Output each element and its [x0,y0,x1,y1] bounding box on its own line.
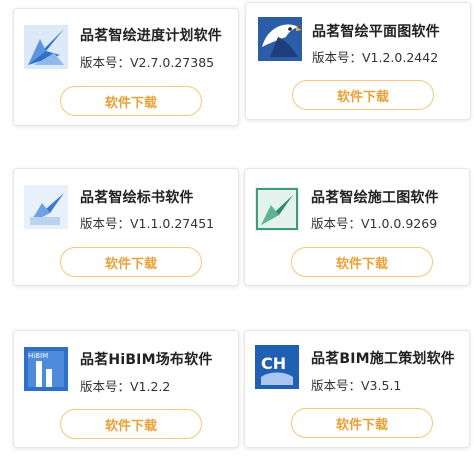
software-version: 版本号：V2.7.0.27385 [80,55,215,70]
svg-text:CH: CH [261,354,286,373]
software-card-hibim-site: HiBIM 品茗HiBIM场布软件 版本号：V1.2.2 软件下载 [13,330,239,448]
progress-plan-bird-icon [24,25,68,69]
software-name: 品茗智绘进度计划软件 [80,28,222,44]
software-name: 品茗智绘平面图软件 [312,24,440,40]
software-version: 版本号：V1.1.0.27451 [80,216,215,231]
software-card-floor-plan: 品茗智绘平面图软件 版本号：V1.2.0.2442 软件下载 [245,2,471,120]
construction-drawing-bird-icon [255,187,299,231]
bim-construction-planning-icon: CH [255,345,299,389]
download-button[interactable]: 软件下载 [292,80,434,110]
svg-text:HiBIM: HiBIM [28,352,48,360]
software-card-tender-doc: 品茗智绘标书软件 版本号：V1.1.0.27451 软件下载 [13,168,239,286]
software-version: 版本号：V3.5.1 [311,378,402,393]
software-card-bim-planning: CH 品茗BIM施工策划软件 版本号：V3.5.1 软件下载 [244,330,470,448]
software-name: 品茗智绘标书软件 [80,190,194,206]
software-card-progress-plan: 品茗智绘进度计划软件 版本号：V2.7.0.27385 软件下载 [13,8,239,126]
hibim-site-layout-icon: HiBIM [24,347,68,391]
download-button[interactable]: 软件下载 [60,86,202,116]
download-button[interactable]: 软件下载 [60,409,202,439]
software-card-construction-drawing: 品茗智绘施工图软件 版本号：V1.0.0.9269 软件下载 [244,168,470,286]
software-name: 品茗HiBIM场布软件 [80,352,213,368]
software-name: 品茗智绘施工图软件 [311,190,439,206]
software-version: 版本号：V1.0.0.9269 [311,216,438,231]
download-button[interactable]: 软件下载 [60,247,202,277]
software-version: 版本号：V1.2.0.2442 [312,50,439,65]
floor-plan-eagle-icon [258,17,302,61]
download-button[interactable]: 软件下载 [291,247,433,277]
download-button[interactable]: 软件下载 [291,408,433,438]
software-name: 品茗BIM施工策划软件 [311,351,456,367]
software-version: 版本号：V1.2.2 [80,379,171,394]
tender-doc-bird-icon [24,185,68,229]
